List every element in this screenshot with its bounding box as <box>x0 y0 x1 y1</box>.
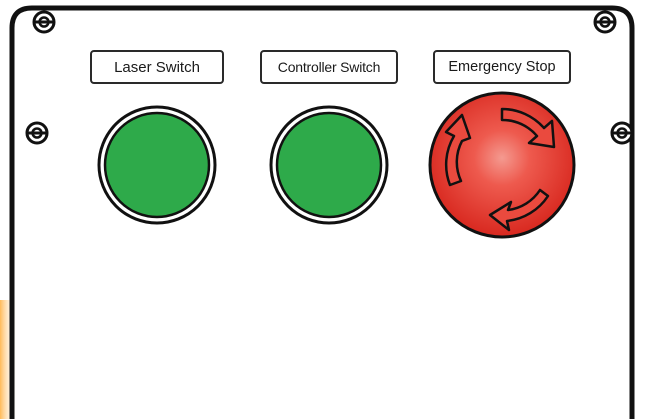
screw-icon <box>593 10 617 34</box>
controller-switch-label: Controller Switch <box>260 50 398 84</box>
control-panel: Laser Switch Controller Switch Emergency… <box>0 0 646 419</box>
controller-switch-button[interactable] <box>269 105 389 225</box>
emergency-stop-label: Emergency Stop <box>433 50 571 84</box>
accent-stripe <box>0 300 18 419</box>
laser-switch-label: Laser Switch <box>90 50 224 84</box>
screw-icon <box>32 10 56 34</box>
screw-icon <box>25 121 49 145</box>
screw-icon <box>610 121 634 145</box>
laser-switch-button[interactable] <box>97 105 217 225</box>
emergency-stop-button[interactable] <box>428 91 576 239</box>
